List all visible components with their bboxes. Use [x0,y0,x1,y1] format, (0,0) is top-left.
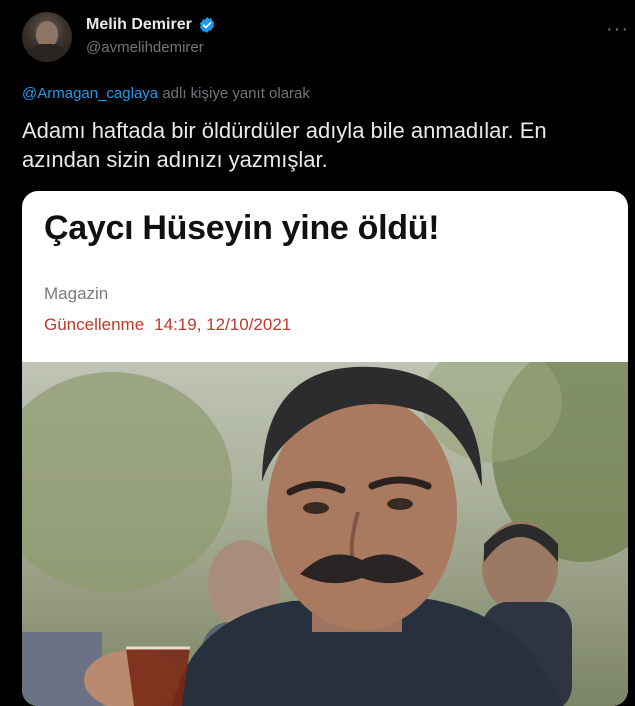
tweet-text: Adamı haftada bir öldürdüler adıyla bile… [22,118,547,172]
article-title: Çaycı Hüseyin yine öldü! [44,209,440,247]
verified-badge-icon [199,17,214,33]
article-category: Magazin [44,284,109,303]
photo-illustration [22,362,628,706]
avatar-body [28,44,66,62]
article-photo [22,362,628,706]
user-handle[interactable]: @avmelihdemirer [86,39,204,56]
avatar[interactable] [22,12,72,62]
media-card[interactable]: Çaycı Hüseyin yine öldü! Magazin Güncell… [22,191,628,706]
updated-label: Güncellenme [44,315,145,334]
article-updated: Güncellenme 14:19, 12/10/2021 [44,315,291,335]
tweet-header: Melih Demirer @avmelihdemirer ··· [22,12,635,64]
reply-mention-link[interactable]: @Armagan_caglaya [22,85,158,102]
more-icon[interactable]: ··· [606,18,629,41]
display-name[interactable]: Melih Demirer [86,16,192,34]
reply-context: @Armagan_caglaya adlı kişiye yanıt olara… [22,85,310,102]
updated-time: 14:19, 12/10/2021 [154,315,292,334]
name-row: Melih Demirer [86,16,216,34]
reply-suffix: adlı kişiye yanıt olarak [162,85,310,102]
